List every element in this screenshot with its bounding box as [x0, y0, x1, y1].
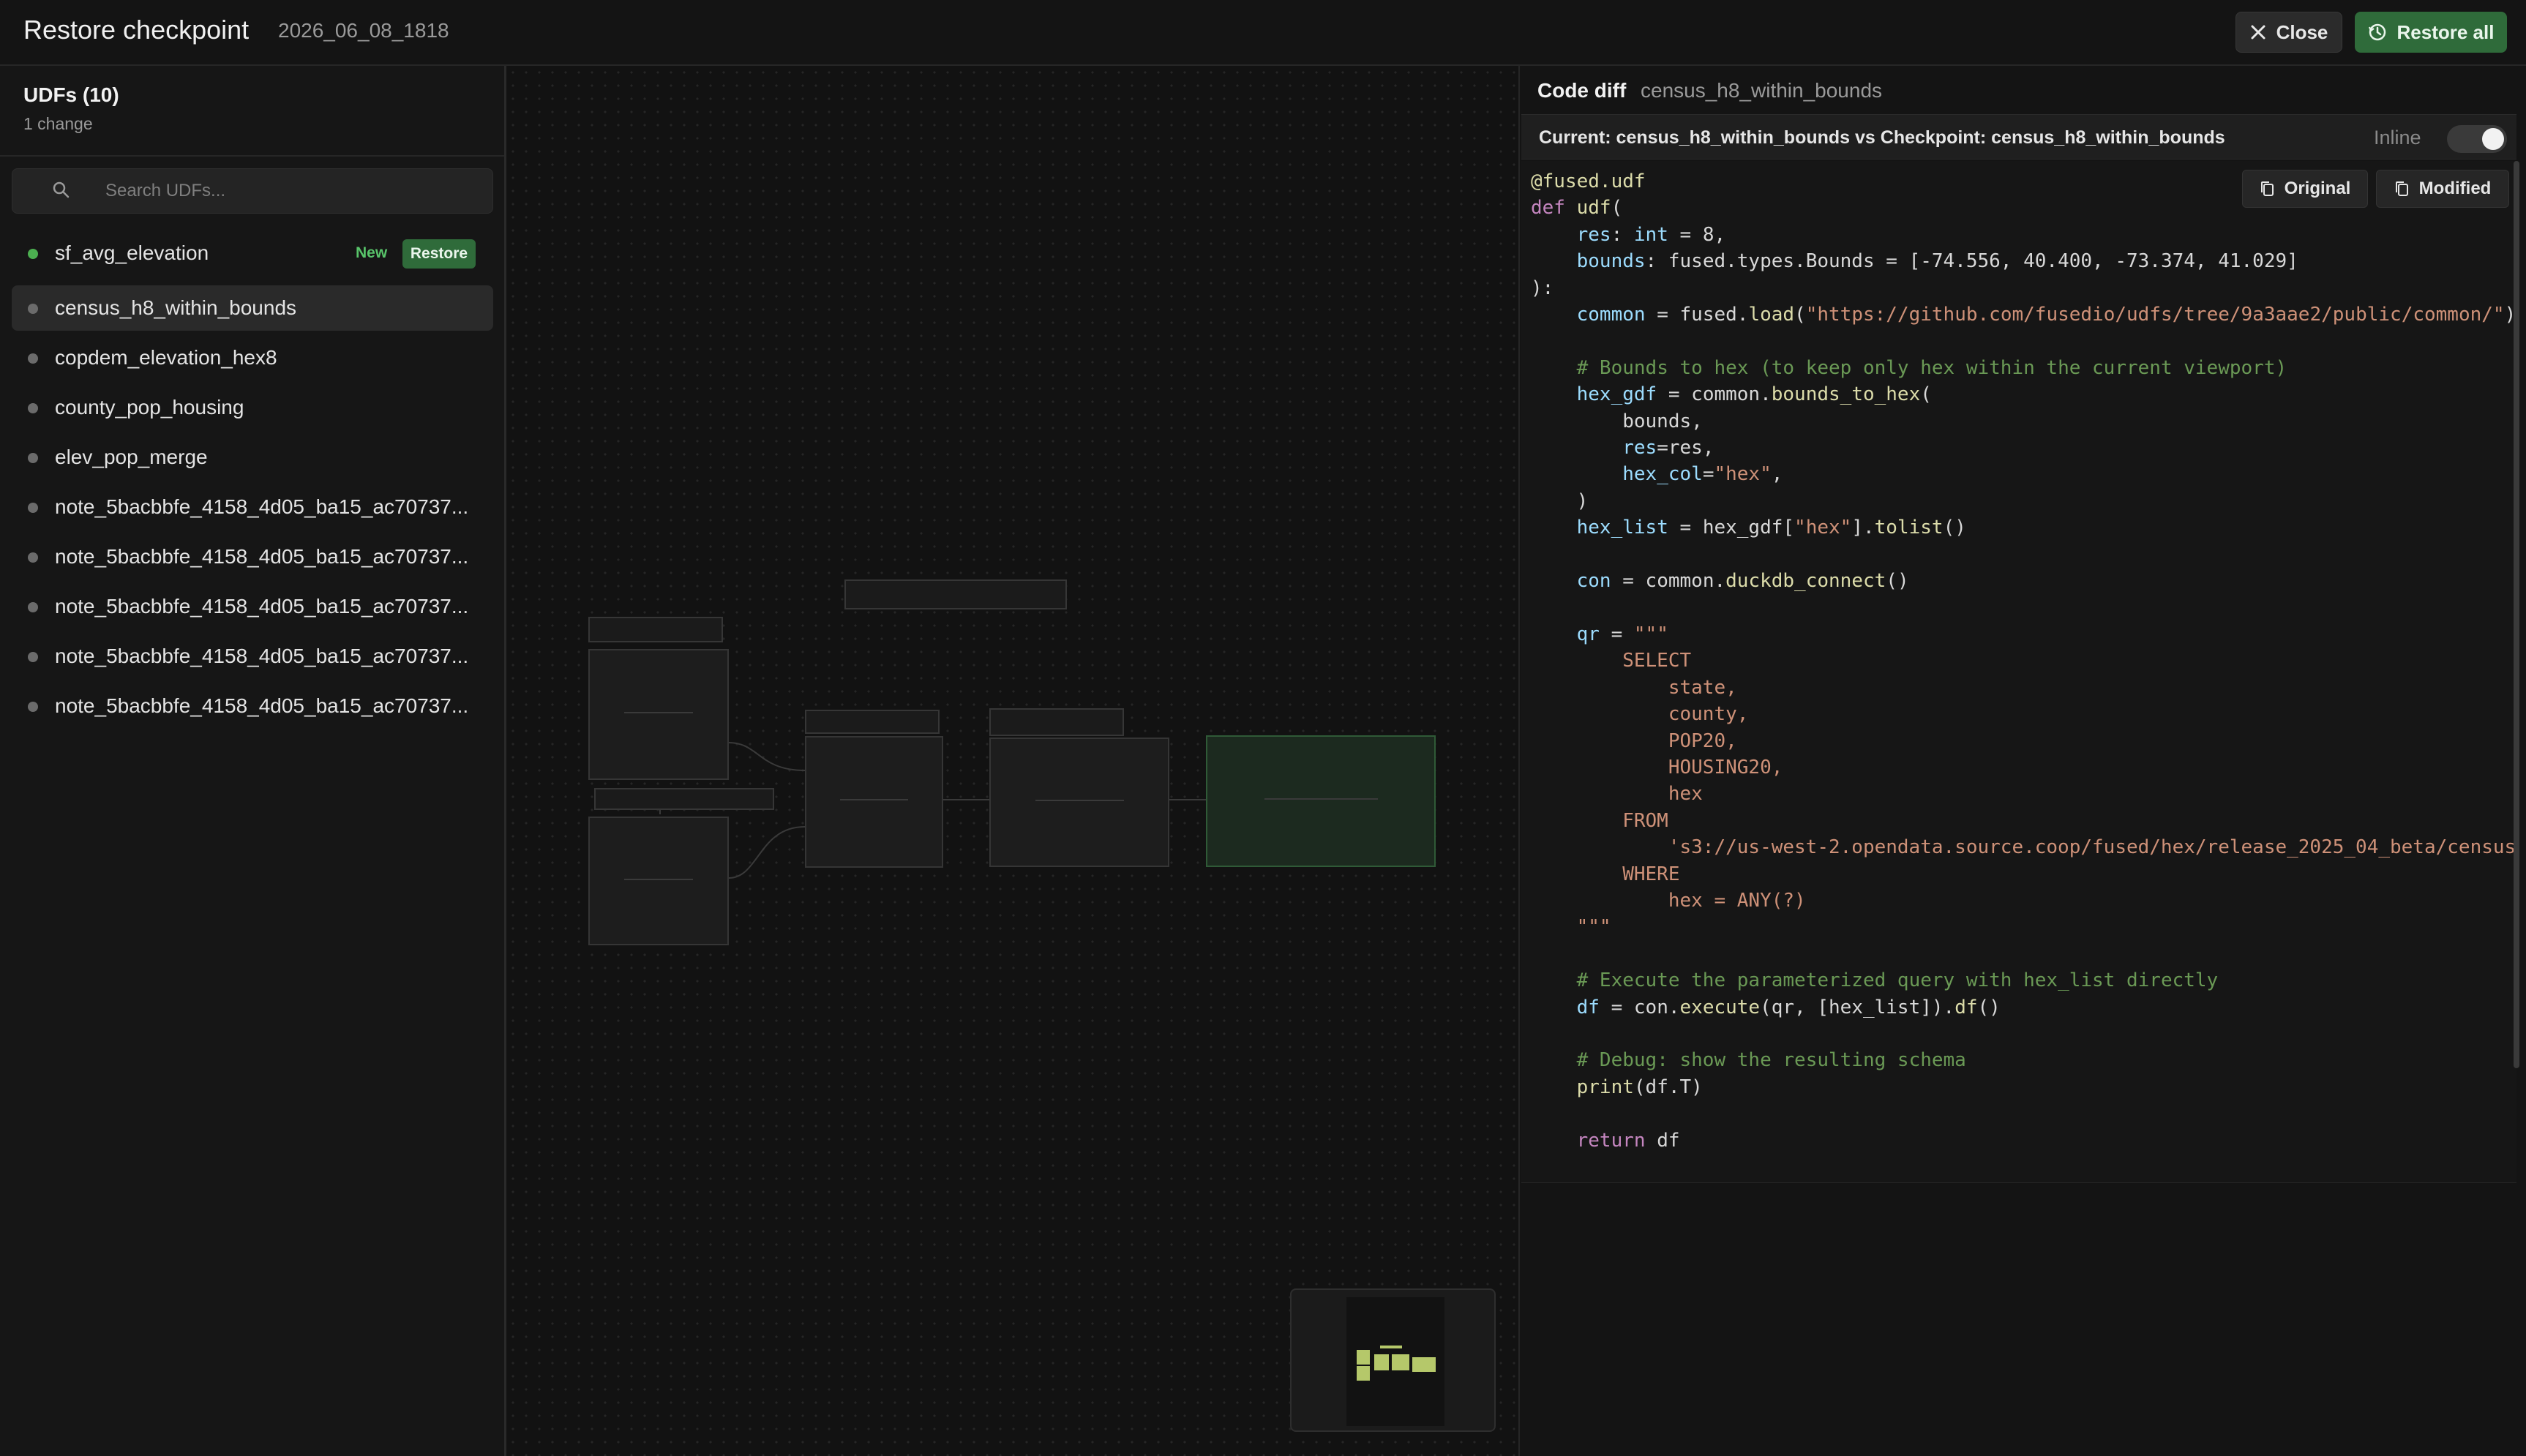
canvas-node-header — [594, 788, 774, 810]
udf-item-note-3[interactable]: note_5bacbbfe_4158_4d05_ba15_ac70737... — [12, 584, 493, 629]
search-input[interactable]: Search UDFs... — [12, 168, 493, 214]
udf-count-title: UDFs (10) — [23, 83, 119, 106]
minimap-node — [1380, 1346, 1402, 1348]
udf-sidebar: UDFs (10) 1 change Search UDFs... sf_avg… — [0, 66, 506, 1456]
node-placeholder — [1035, 800, 1124, 802]
udf-item-sf-avg-elevation[interactable]: sf_avg_elevation New Restore — [12, 230, 493, 276]
code-editor[interactable]: @fused.udf def udf( res: int = 8, bounds… — [1521, 161, 2516, 1183]
status-dot — [28, 304, 38, 314]
change-count: 1 change — [23, 114, 93, 133]
canvas-node-selected[interactable] — [1206, 735, 1436, 867]
divider — [0, 155, 504, 157]
node-placeholder — [840, 799, 908, 801]
status-dot — [28, 652, 38, 662]
restore-all-button[interactable]: Restore all — [2355, 12, 2507, 53]
udf-item-note-2[interactable]: note_5bacbbfe_4158_4d05_ba15_ac70737... — [12, 534, 493, 579]
modified-button[interactable]: Modified — [2376, 170, 2509, 208]
minimap-node — [1392, 1354, 1409, 1370]
udf-item-label: sf_avg_elevation — [55, 241, 209, 264]
copy-icon — [2260, 181, 2274, 196]
udf-item-copdem-elevation-hex8[interactable]: copdem_elevation_hex8 — [12, 335, 493, 380]
original-button[interactable]: Original — [2242, 170, 2368, 208]
close-icon — [2251, 25, 2265, 40]
status-dot — [28, 403, 38, 413]
page-title: Restore checkpoint — [23, 15, 250, 45]
udf-item-census-h8-within-bounds[interactable]: census_h8_within_bounds — [12, 285, 493, 331]
status-dot — [28, 702, 38, 712]
top-bar: Restore checkpoint 2026_06_08_1818 Close… — [0, 0, 2526, 66]
status-dot — [28, 602, 38, 612]
minimap-viewport — [1346, 1297, 1444, 1426]
udf-item-label: note_5bacbbfe_4158_4d05_ba15_ac70737... — [55, 545, 469, 568]
toggle-knob — [2482, 128, 2504, 150]
minimap-node — [1357, 1350, 1370, 1365]
udf-item-label: note_5bacbbfe_4158_4d05_ba15_ac70737... — [55, 595, 469, 618]
canvas-node[interactable] — [588, 649, 729, 780]
udf-item-label: copdem_elevation_hex8 — [55, 346, 277, 369]
checkpoint-name: 2026_06_08_1818 — [278, 19, 449, 42]
udf-item-label: note_5bacbbfe_4158_4d05_ba15_ac70737... — [55, 645, 469, 667]
status-dot — [28, 503, 38, 513]
canvas-node[interactable] — [805, 736, 943, 868]
canvas-node[interactable] — [588, 817, 729, 945]
udf-item-label: elev_pop_merge — [55, 446, 208, 468]
canvas-node-header — [989, 708, 1124, 736]
code-scrollbar[interactable] — [2514, 161, 2519, 1068]
minimap-node — [1412, 1357, 1436, 1372]
minimap-node — [1374, 1354, 1389, 1370]
diff-compare-bar: Current: census_h8_within_bounds vs Chec… — [1521, 114, 2516, 160]
minimap[interactable] — [1290, 1288, 1496, 1432]
canvas-node[interactable] — [989, 738, 1169, 867]
workflow-canvas[interactable] — [506, 66, 1518, 1456]
udf-item-label: note_5bacbbfe_4158_4d05_ba15_ac70737... — [55, 694, 469, 717]
status-dot — [28, 353, 38, 364]
code-diff-udf-name: census_h8_within_bounds — [1641, 79, 1883, 102]
search-icon — [53, 181, 70, 198]
code-content: @fused.udf def udf( res: int = 8, bounds… — [1531, 170, 2516, 1152]
udf-item-note-5[interactable]: note_5bacbbfe_4158_4d05_ba15_ac70737... — [12, 683, 493, 729]
modified-button-label: Modified — [2418, 179, 2492, 198]
copy-icon — [2395, 181, 2408, 196]
new-badge: New — [356, 244, 388, 261]
minimap-node — [1357, 1366, 1370, 1381]
udf-item-county-pop-housing[interactable]: county_pop_housing — [12, 385, 493, 430]
restore-all-button-label: Restore all — [2396, 20, 2495, 43]
close-button-label: Close — [2276, 20, 2328, 43]
close-button[interactable]: Close — [2235, 12, 2342, 53]
canvas-note-node[interactable] — [844, 579, 1067, 609]
status-dot — [28, 249, 38, 259]
inline-toggle[interactable] — [2447, 125, 2507, 153]
compare-text: Current: census_h8_within_bounds vs Chec… — [1539, 127, 2225, 148]
udf-item-note-1[interactable]: note_5bacbbfe_4158_4d05_ba15_ac70737... — [12, 484, 493, 530]
udf-item-label: note_5bacbbfe_4158_4d05_ba15_ac70737... — [55, 495, 469, 518]
history-icon — [2368, 23, 2386, 41]
udf-item-elev-pop-merge[interactable]: elev_pop_merge — [12, 435, 493, 480]
code-diff-panel: Code diff census_h8_within_bounds Curren… — [1518, 66, 2526, 1456]
canvas-node-header — [805, 710, 940, 734]
udf-item-label: county_pop_housing — [55, 396, 244, 419]
udf-item-note-4[interactable]: note_5bacbbfe_4158_4d05_ba15_ac70737... — [12, 634, 493, 679]
node-placeholder — [624, 878, 693, 880]
inline-label: Inline — [2374, 127, 2421, 149]
code-diff-title: Code diff — [1537, 79, 1627, 102]
restore-button[interactable]: Restore — [402, 239, 476, 269]
status-dot — [28, 552, 38, 563]
udf-item-label: census_h8_within_bounds — [55, 296, 297, 319]
canvas-node-header — [588, 617, 723, 642]
node-placeholder — [1264, 798, 1378, 800]
node-placeholder — [624, 712, 693, 713]
original-button-label: Original — [2284, 179, 2351, 198]
search-placeholder: Search UDFs... — [105, 181, 226, 200]
status-dot — [28, 453, 38, 463]
